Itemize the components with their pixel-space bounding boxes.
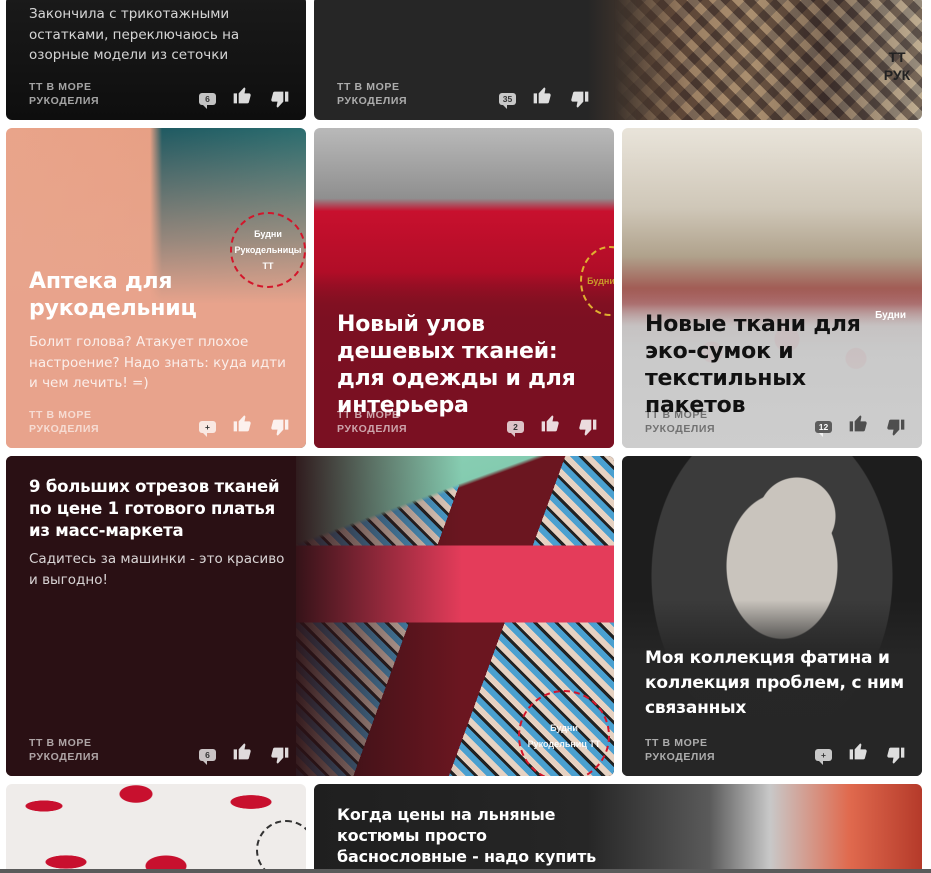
article-card-3[interactable]: Будни Рукодельницы ТТ Аптека для рукодел… bbox=[6, 128, 306, 448]
card-description: Закончила с трикотажными остатками, пере… bbox=[29, 6, 240, 63]
add-comment-badge[interactable]: + bbox=[815, 749, 832, 765]
card-footer: ТТ В МОРЕ РУКОДЕЛИЯ 6 bbox=[29, 734, 292, 766]
comments-count-badge[interactable]: 35 bbox=[499, 93, 516, 109]
article-card-1[interactable]: Закончила с трикотажными остатками, пере… bbox=[6, 0, 306, 120]
card-footer: ТТ В МОРЕ РУКОДЕЛИЯ 6 bbox=[29, 78, 292, 110]
channel-name[interactable]: ТТ В МОРЕ РУКОДЕЛИЯ bbox=[337, 408, 447, 436]
like-icon[interactable] bbox=[538, 411, 562, 435]
card-title: 9 больших отрезов тканей по цене 1 готов… bbox=[29, 477, 280, 540]
dislike-icon[interactable] bbox=[268, 744, 292, 768]
comments-count-badge[interactable]: 6 bbox=[199, 749, 216, 765]
like-icon[interactable] bbox=[846, 739, 870, 763]
dislike-icon[interactable] bbox=[884, 744, 908, 768]
like-icon[interactable] bbox=[530, 83, 554, 107]
dislike-icon[interactable] bbox=[268, 88, 292, 112]
channel-name[interactable]: ТТ В МОРЕ РУКОДЕЛИЯ bbox=[645, 736, 755, 764]
card-actions: 12 bbox=[815, 410, 908, 440]
article-card-7[interactable]: Моя коллекция фатина и коллекция проблем… bbox=[622, 456, 922, 776]
dislike-icon[interactable] bbox=[884, 416, 908, 440]
card-overlay bbox=[622, 456, 922, 776]
article-card-6[interactable]: Будни Рукодельниц ТТ 9 больших отрезов т… bbox=[6, 456, 614, 776]
channel-name[interactable]: ТТ В МОРЕ РУКОДЕЛИЯ bbox=[645, 408, 755, 436]
bottom-divider bbox=[0, 869, 931, 873]
card-footer: ТТ В МОРЕ РУКОДЕЛИЯ 35 bbox=[337, 78, 592, 110]
card-footer: ТТ В МОРЕ РУКОДЕЛИЯ + bbox=[29, 406, 292, 438]
like-icon[interactable] bbox=[846, 411, 870, 435]
like-icon[interactable] bbox=[230, 739, 254, 763]
card-title: Аптека для рукодельниц bbox=[29, 269, 197, 321]
card-actions: + bbox=[199, 410, 292, 440]
article-card-4[interactable]: Будни Рук Новый улов дешевых тканей: для… bbox=[314, 128, 614, 448]
card-actions: 6 bbox=[199, 82, 292, 112]
comments-count-badge[interactable]: 6 bbox=[199, 93, 216, 109]
like-icon[interactable] bbox=[230, 411, 254, 435]
dislike-icon[interactable] bbox=[576, 416, 600, 440]
article-card-8[interactable] bbox=[6, 784, 306, 873]
card-actions: + bbox=[815, 738, 908, 768]
card-actions: 2 bbox=[507, 410, 600, 440]
article-card-2[interactable]: ТТ РУК ТТ В МОРЕ РУКОДЕЛИЯ 35 bbox=[314, 0, 922, 120]
card-footer: ТТ В МОРЕ РУКОДЕЛИЯ + bbox=[645, 734, 908, 766]
channel-name[interactable]: ТТ В МОРЕ РУКОДЕЛИЯ bbox=[337, 80, 447, 108]
dislike-icon[interactable] bbox=[568, 88, 592, 112]
card-title: Моя коллекция фатина и коллекция проблем… bbox=[645, 648, 904, 718]
article-card-5[interactable]: Будни Новые ткани для эко-сумок и тексти… bbox=[622, 128, 922, 448]
article-card-9[interactable]: Когда цены на льняные костюмы просто бас… bbox=[314, 784, 922, 873]
watermark-stamp: Будни Рукодельниц ТТ bbox=[518, 690, 610, 776]
add-comment-badge[interactable]: + bbox=[199, 421, 216, 437]
channel-name[interactable]: ТТ В МОРЕ РУКОДЕЛИЯ bbox=[29, 80, 139, 108]
channel-name[interactable]: ТТ В МОРЕ РУКОДЕЛИЯ bbox=[29, 736, 139, 764]
watermark-stamp: Будни Рукодельницы ТТ bbox=[230, 212, 306, 288]
card-title: Когда цены на льняные костюмы просто бас… bbox=[337, 805, 597, 866]
comments-count-badge[interactable]: 2 bbox=[507, 421, 524, 437]
card-actions: 35 bbox=[499, 82, 592, 112]
card-description: Болит голова? Атакует плохое настроение?… bbox=[29, 334, 286, 391]
card-footer: ТТ В МОРЕ РУКОДЕЛИЯ 12 bbox=[645, 406, 908, 438]
card-title: Новые ткани для эко-сумок и текстильных … bbox=[645, 312, 861, 418]
channel-name[interactable]: ТТ В МОРЕ РУКОДЕЛИЯ bbox=[29, 408, 139, 436]
card-title: Новый улов дешевых тканей: для одежды и … bbox=[337, 312, 576, 418]
watermark-stamp: ТТ РУК bbox=[883, 49, 911, 83]
card-description: Садитесь за машинки - это красиво и выго… bbox=[29, 551, 285, 588]
card-footer: ТТ В МОРЕ РУКОДЕЛИЯ 2 bbox=[337, 406, 600, 438]
dislike-icon[interactable] bbox=[268, 416, 292, 440]
card-actions: 6 bbox=[199, 738, 292, 768]
comments-count-badge[interactable]: 12 bbox=[815, 421, 832, 437]
like-icon[interactable] bbox=[230, 83, 254, 107]
